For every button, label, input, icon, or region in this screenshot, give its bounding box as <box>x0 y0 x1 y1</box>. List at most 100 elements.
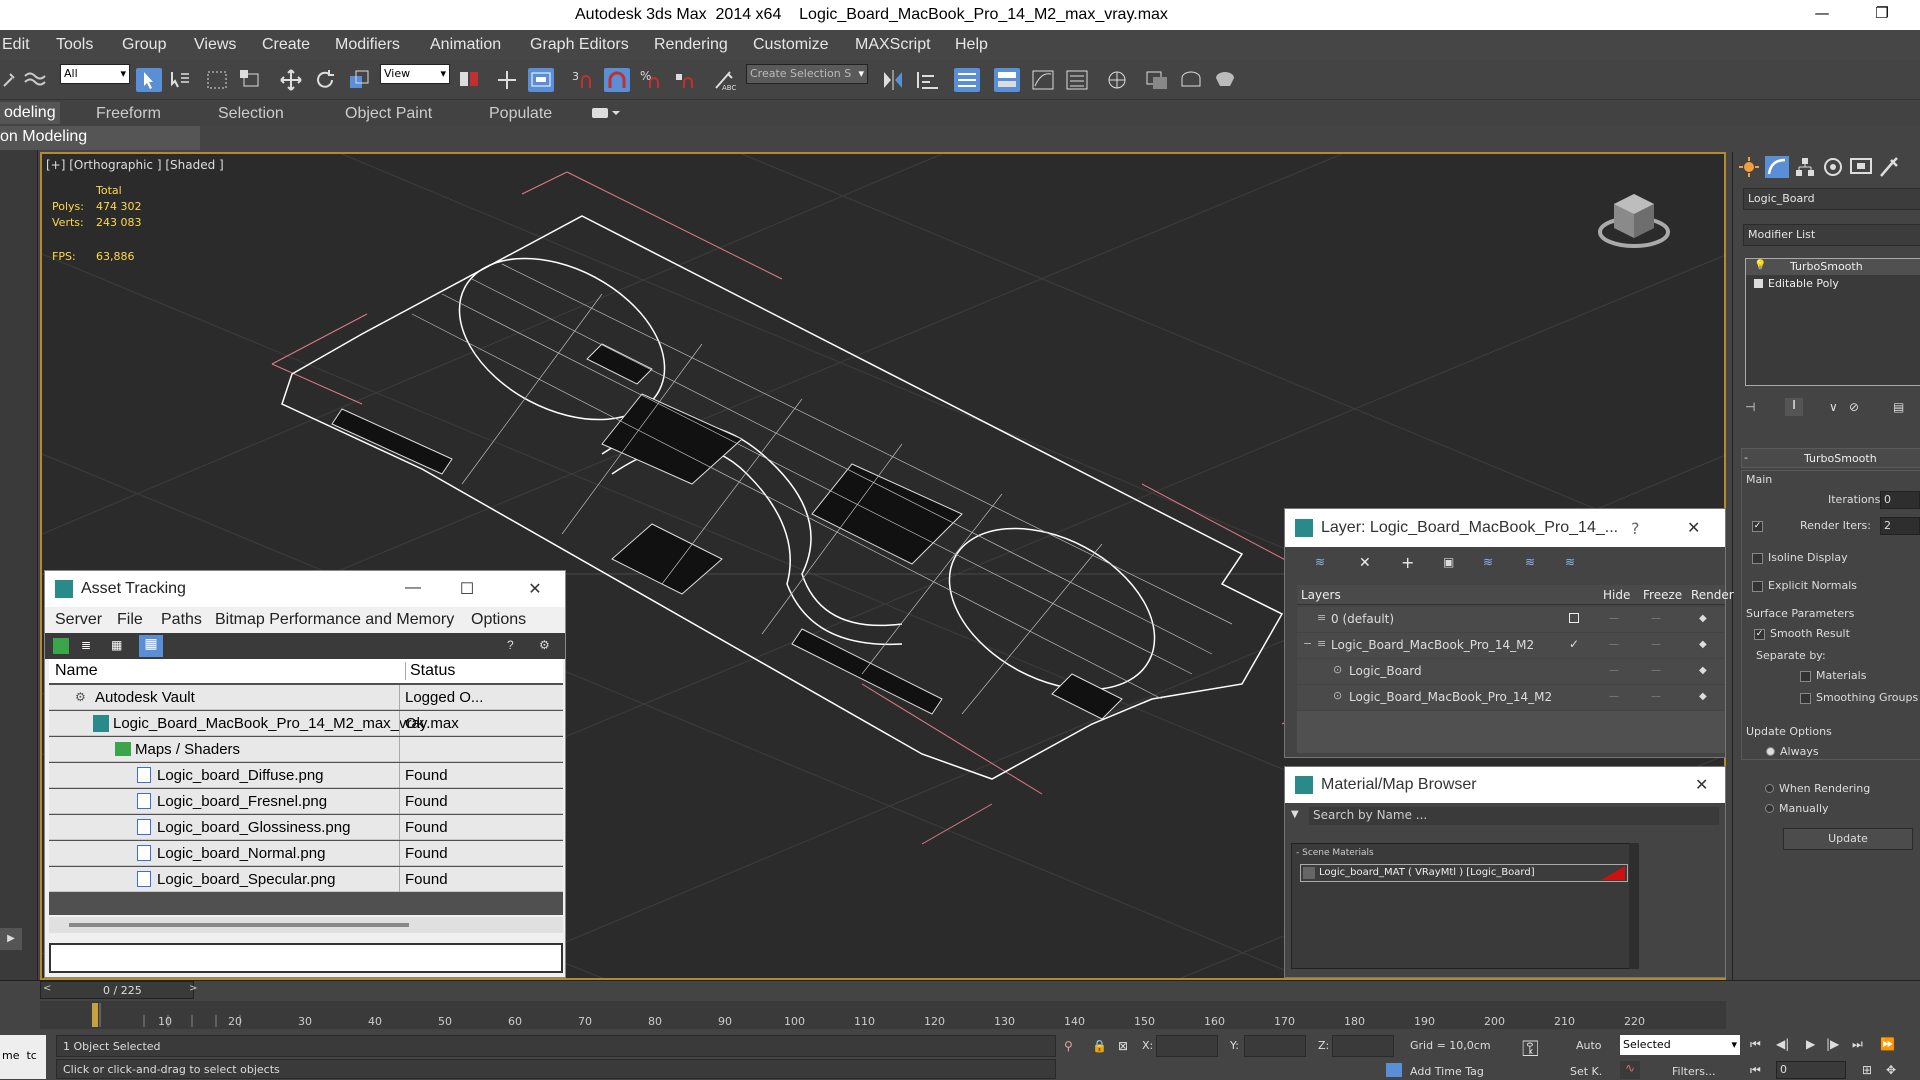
z-coord-field[interactable] <box>1332 1035 1394 1057</box>
goto-end-icon[interactable]: ⏭ <box>1852 1037 1863 1052</box>
move-icon[interactable] <box>278 68 304 92</box>
menu-modifiers[interactable]: Modifiers <box>335 36 400 54</box>
angle-snap-icon[interactable] <box>604 68 630 92</box>
make-unique-icon[interactable]: ∨ <box>1829 400 1838 414</box>
select-layer-icon[interactable]: ▣ <box>1443 555 1454 569</box>
ribbon-options-icon[interactable] <box>592 106 620 120</box>
display-tab-icon[interactable] <box>1849 156 1873 178</box>
render-iters-checkbox[interactable]: ✓ <box>1752 521 1763 532</box>
percent-snap-icon[interactable]: % <box>638 68 664 92</box>
layer-row[interactable]: ≡ 0 (default) — — ◆ <box>1297 607 1725 632</box>
tab-modeling[interactable]: odeling <box>0 102 60 124</box>
add-layer-icon[interactable]: + <box>1401 553 1414 572</box>
lightbulb-icon[interactable]: 💡 <box>1754 260 1766 271</box>
layer-row[interactable]: ⊙ Logic_Board — — ◆ <box>1297 659 1725 684</box>
smoothing-groups-checkbox[interactable] <box>1800 693 1811 704</box>
ribbon-panel-title[interactable]: on Modeling <box>0 128 87 146</box>
menu-create[interactable]: Create <box>262 36 310 54</box>
menu-customize[interactable]: Customize <box>753 36 829 54</box>
remove-modifier-icon[interactable]: ⊘ <box>1849 400 1859 414</box>
object-name-field[interactable]: Logic_Board <box>1743 188 1920 210</box>
render-production-icon[interactable] <box>1212 68 1238 92</box>
render-teapot-icon[interactable]: ◆ <box>1699 665 1707 676</box>
configure-modifier-sets-icon[interactable]: ▤ <box>1893 400 1904 414</box>
maximize-icon[interactable]: ☐ <box>455 579 479 599</box>
stack-item-turbosmooth[interactable]: 💡 TurboSmooth <box>1746 259 1920 275</box>
next-frame-icon[interactable]: |▶ <box>1826 1037 1839 1051</box>
asset-row[interactable]: ⚙ Autodesk Vault Logged O... <box>49 685 563 710</box>
tab-freeform[interactable]: Freeform <box>96 105 161 123</box>
col-name[interactable]: Name <box>55 662 98 680</box>
maxscript-mini-listener[interactable]: me tc <box>0 1035 46 1079</box>
delete-layer-icon[interactable]: ✕ <box>1359 555 1371 571</box>
prev-frame-icon[interactable]: ◀| <box>1776 1037 1789 1051</box>
key-mode-dropdown[interactable]: Selected ▾ <box>1620 1035 1740 1055</box>
scene-explorer-icon[interactable] <box>954 68 980 92</box>
asset-row[interactable]: Logic_board_Normal.png Found <box>49 841 563 866</box>
col-hide[interactable]: Hide <box>1603 588 1630 602</box>
play-icon[interactable]: ▶ <box>1806 1037 1815 1051</box>
when-rendering-radio[interactable] <box>1765 784 1774 793</box>
modifier-list-dropdown[interactable]: Modifier List <box>1743 224 1920 246</box>
layer-row[interactable]: ⊙ Logic_Board_MacBook_Pro_14_M2 — — ◆ <box>1297 685 1725 710</box>
layer-icon[interactable]: ≋ <box>1315 555 1325 569</box>
menu-bitmap-performance[interactable]: Bitmap Performance and Memory <box>215 611 454 629</box>
selection-filter-dropdown[interactable]: All ▾ <box>60 64 130 84</box>
close-icon[interactable]: ✕ <box>1687 518 1700 537</box>
show-end-result-icon[interactable]: I <box>1785 398 1803 416</box>
material-browser-titlebar[interactable]: Material/Map Browser ✕ <box>1285 767 1725 803</box>
menu-graph-editors[interactable]: Graph Editors <box>530 36 629 54</box>
select-object-icon[interactable] <box>136 68 162 92</box>
list-view-icon[interactable]: ≣ <box>81 638 97 654</box>
time-tag-icon[interactable] <box>1386 1063 1402 1077</box>
restore-button[interactable]: ❐ <box>1870 4 1894 26</box>
asset-row[interactable]: Maps / Shaders <box>49 737 563 762</box>
viewcube-icon[interactable] <box>1594 184 1674 257</box>
tab-populate[interactable]: Populate <box>489 105 552 123</box>
scene-materials-label[interactable]: - Scene Materials <box>1296 848 1374 858</box>
named-selection-set-dropdown[interactable]: Create Selection S ▾ <box>746 64 868 84</box>
minimize-icon[interactable]: — <box>401 579 425 597</box>
asset-row[interactable]: Logic_board_Specular.png Found <box>49 867 563 892</box>
current-frame-field[interactable]: 0 <box>1776 1061 1846 1079</box>
render-setup-icon[interactable] <box>1144 68 1170 92</box>
render-teapot-icon[interactable]: ◆ <box>1699 613 1707 624</box>
isolate-selection-icon[interactable]: ⚲ <box>1064 1039 1073 1053</box>
curve-editor-icon[interactable] <box>1030 68 1056 92</box>
material-scrollbar[interactable] <box>1629 843 1639 969</box>
viewport-label[interactable]: [+] [Orthographic ] [Shaded ] <box>46 158 224 172</box>
col-layers[interactable]: Layers <box>1301 588 1341 602</box>
render-teapot-icon[interactable]: ◆ <box>1699 639 1707 650</box>
y-coord-field[interactable] <box>1244 1035 1306 1057</box>
help-button[interactable]: ? <box>1631 519 1640 538</box>
close-icon[interactable]: ✕ <box>523 579 547 599</box>
set-key-icon[interactable]: ⚿ <box>1522 1037 1539 1062</box>
table-view-icon[interactable]: ▦ <box>111 638 127 654</box>
close-icon[interactable]: ✕ <box>1695 775 1708 794</box>
expand-plus-icon[interactable] <box>1754 279 1763 288</box>
col-render[interactable]: Render <box>1691 588 1734 602</box>
bind-space-warp-icon[interactable] <box>22 68 48 92</box>
menu-edit[interactable]: Edit <box>2 36 30 54</box>
asset-row[interactable]: Logic_board_Fresnel.png Found <box>49 789 563 814</box>
render-teapot-icon[interactable]: ◆ <box>1699 691 1707 702</box>
asset-path-field[interactable] <box>49 943 563 973</box>
layer-window-titlebar[interactable]: Layer: Logic_Board_MacBook_Pro_14_... ? … <box>1285 509 1725 547</box>
render-frame-icon[interactable] <box>1178 68 1204 92</box>
help-icon[interactable]: ? <box>507 638 514 652</box>
asset-row[interactable]: Logic_board_Glossiness.png Found <box>49 815 563 840</box>
track-bar[interactable] <box>40 1001 1726 1029</box>
collapse-icon[interactable]: − <box>1303 637 1312 650</box>
current-layer-check-icon[interactable]: ✓ <box>1569 637 1579 651</box>
align-icon[interactable] <box>914 68 940 92</box>
browser-options-icon[interactable]: ▼ <box>1291 809 1299 820</box>
tab-object-paint[interactable]: Object Paint <box>345 105 432 123</box>
minimize-button[interactable]: — <box>1810 4 1834 26</box>
freeze-all-layers-icon[interactable]: ≋ <box>1565 555 1575 569</box>
asset-row[interactable]: Logic_Board_MacBook_Pro_14_M2_max_vray.m… <box>49 711 563 736</box>
scale-icon[interactable] <box>346 68 372 92</box>
hierarchy-tab-icon[interactable] <box>1793 156 1817 178</box>
grid-view-icon[interactable]: ▦ <box>139 635 163 657</box>
menu-help[interactable]: Help <box>955 36 988 54</box>
explicit-normals-checkbox[interactable] <box>1752 581 1763 592</box>
